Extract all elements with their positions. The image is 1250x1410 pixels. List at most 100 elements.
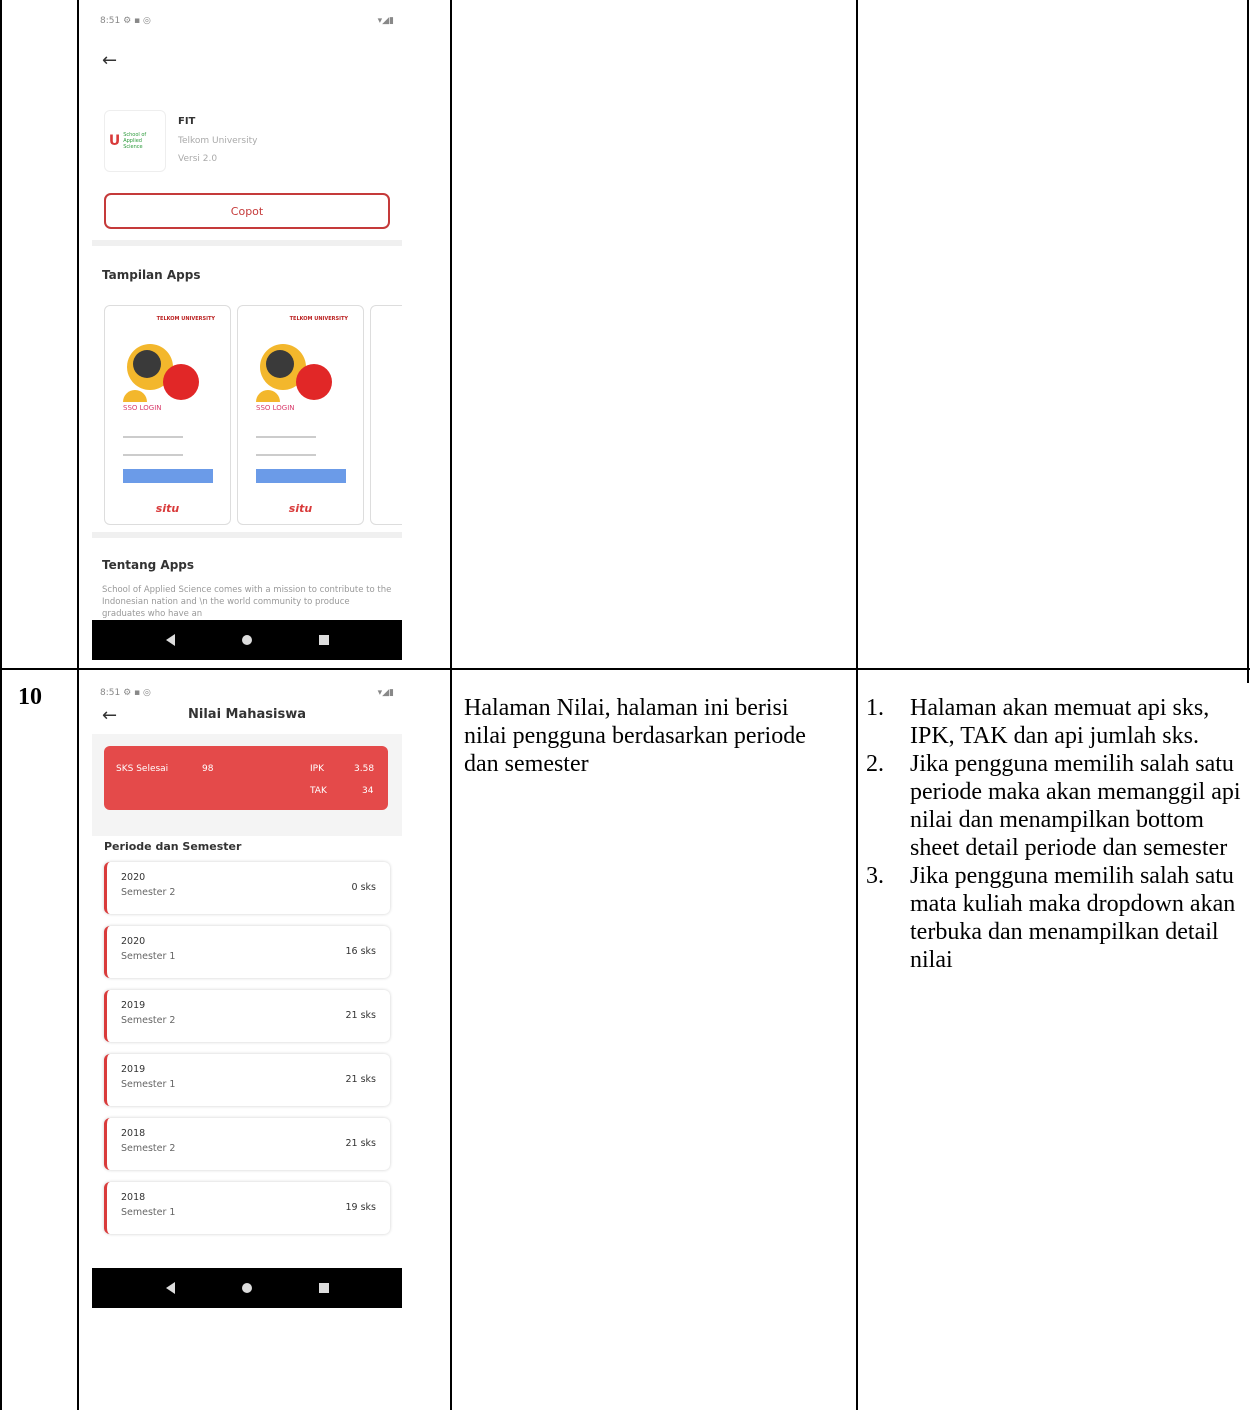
status-bar: 8:51 ⚙ ▪ ◎ ▾◢▮	[92, 12, 402, 30]
tak-value: 34	[362, 786, 374, 796]
nav-home-icon[interactable]	[241, 1283, 252, 1293]
step-number: 2.	[866, 751, 884, 777]
about-text: School of Applied Science comes with a m…	[102, 585, 392, 619]
table-border-right	[1247, 0, 1249, 683]
grade-summary-card: SKS Selesai 98 IPK 3.58 TAK 34	[104, 746, 388, 810]
illustration	[163, 364, 199, 400]
app-developer: Telkom University	[178, 136, 258, 146]
app-logo: U School of Applied Science	[104, 110, 166, 172]
telkom-logo-icon: U	[108, 133, 121, 149]
shot-brand: situ	[155, 502, 180, 515]
period-sks: 21 sks	[345, 1010, 376, 1021]
nav-back-icon[interactable]	[165, 634, 175, 646]
app-screenshot-2[interactable]: TELKOM UNIVERSITY SSO LOGIN situ	[237, 305, 364, 525]
app-screenshot-1[interactable]: TELKOM UNIVERSITY SSO LOGIN situ	[104, 305, 231, 525]
period-year: 2018	[121, 1192, 146, 1203]
shot-header: TELKOM UNIVERSITY	[156, 316, 215, 322]
period-sks: 16 sks	[345, 946, 376, 957]
ipk-label: IPK	[310, 764, 324, 774]
illustration	[296, 364, 332, 400]
period-card[interactable]: 2018 Semester 1 19 sks	[104, 1182, 390, 1234]
step-item: 3. Jika pengguna memilih salah satu mata …	[866, 862, 1246, 974]
period-sks: 19 sks	[345, 1202, 376, 1213]
shot-button	[256, 469, 346, 483]
screen-title: Nilai Mahasiswa	[188, 707, 306, 722]
table-border-left	[0, 0, 2, 1410]
status-bar: 8:51 ⚙ ▪ ◎ ▾◢▮	[92, 684, 402, 702]
period-semester: Semester 2	[121, 887, 176, 898]
section-divider	[92, 532, 402, 538]
android-nav-bar	[92, 620, 402, 660]
status-icons-left: 8:51 ⚙ ▪ ◎	[100, 16, 151, 26]
nav-recent-icon[interactable]	[318, 635, 329, 645]
app-screenshot-3[interactable]	[370, 305, 402, 525]
period-year: 2019	[121, 1000, 146, 1011]
illustration	[123, 390, 147, 402]
back-arrow-icon[interactable]: ←	[102, 50, 117, 71]
shot-field	[256, 436, 316, 438]
period-semester: Semester 1	[121, 1207, 176, 1218]
shot-field	[123, 454, 183, 456]
period-sks: 21 sks	[345, 1074, 376, 1085]
period-sks: 0 sks	[351, 882, 376, 893]
period-section-title: Periode dan Semester	[104, 840, 242, 853]
shot-sso-label: SSO LOGIN	[256, 404, 295, 412]
grades-screenshot: 8:51 ⚙ ▪ ◎ ▾◢▮ ← Nilai Mahasiswa SKS Sel…	[92, 684, 402, 1329]
period-card[interactable]: 2020 Semester 1 16 sks	[104, 926, 390, 978]
app-version: Versi 2.0	[178, 154, 218, 164]
status-icons-left: 8:51 ⚙ ▪ ◎	[100, 688, 151, 698]
app-name: FIT	[178, 116, 196, 127]
nav-back-icon[interactable]	[165, 1282, 175, 1294]
period-card[interactable]: 2019 Semester 1 21 sks	[104, 1054, 390, 1106]
step-item: 2. Jika pengguna memilih salah satu perio…	[866, 750, 1246, 862]
step-number: 3.	[866, 863, 884, 889]
ipk-value: 3.58	[354, 764, 375, 774]
period-semester: Semester 2	[121, 1143, 176, 1154]
period-card[interactable]: 2020 Semester 2 0 sks	[104, 862, 390, 914]
period-card[interactable]: 2019 Semester 2 21 sks	[104, 990, 390, 1042]
screenshots-title: Tampilan Apps	[102, 268, 201, 282]
nav-home-icon[interactable]	[241, 635, 252, 645]
sks-label: SKS Selesai	[116, 764, 169, 774]
row-number: 10	[18, 684, 42, 710]
step-text: Halaman akan memuat api sks, IPK, TAK da…	[910, 695, 1210, 749]
period-year: 2018	[121, 1128, 146, 1139]
table-border-col1	[77, 0, 79, 1410]
page-description: Halaman Nilai, halaman ini berisi nilai …	[464, 695, 806, 777]
logo-text: School of Applied Science	[123, 132, 147, 150]
step-item: 1. Halaman akan memuat api sks, IPK, TAK …	[866, 694, 1246, 750]
status-icons-right: ▾◢▮	[377, 16, 394, 26]
uninstall-button[interactable]: Copot	[104, 193, 390, 229]
shot-sso-label: SSO LOGIN	[123, 404, 162, 412]
table-border-col3	[856, 0, 858, 1410]
period-year: 2020	[121, 872, 146, 883]
step-text: Jika pengguna memilih salah satu periode…	[910, 751, 1241, 861]
shot-field	[123, 436, 183, 438]
app-detail-screenshot: 8:51 ⚙ ▪ ◎ ▾◢▮ ← U School of Applied Sci…	[92, 12, 402, 660]
shot-button	[123, 469, 213, 483]
shot-brand: situ	[288, 502, 313, 515]
period-year: 2020	[121, 936, 146, 947]
section-divider	[92, 240, 402, 246]
step-number: 1.	[866, 695, 884, 721]
period-sks: 21 sks	[345, 1138, 376, 1149]
about-title: Tentang Apps	[102, 558, 195, 572]
shot-header: TELKOM UNIVERSITY	[289, 316, 348, 322]
table-border-col2	[450, 0, 452, 1410]
period-semester: Semester 1	[121, 951, 176, 962]
shot-field	[256, 454, 316, 456]
nav-recent-icon[interactable]	[318, 1283, 329, 1293]
illustration	[266, 350, 294, 378]
period-year: 2019	[121, 1064, 146, 1075]
status-icons-right: ▾◢▮	[377, 688, 394, 698]
illustration	[133, 350, 161, 378]
period-card[interactable]: 2018 Semester 2 21 sks	[104, 1118, 390, 1170]
period-semester: Semester 2	[121, 1015, 176, 1026]
android-nav-bar	[92, 1268, 402, 1308]
table-row-divider	[0, 668, 1250, 670]
period-semester: Semester 1	[121, 1079, 176, 1090]
tak-label: TAK	[310, 786, 327, 796]
step-text: Jika pengguna memilih salah satu mata ku…	[910, 863, 1236, 973]
sks-value: 98	[202, 764, 214, 774]
behavior-steps: 1. Halaman akan memuat api sks, IPK, TAK …	[866, 694, 1246, 974]
